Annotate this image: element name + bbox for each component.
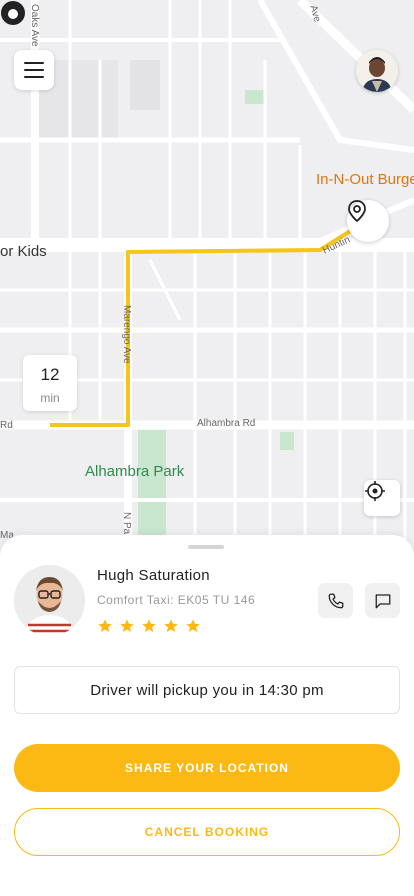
park-area [138, 430, 166, 540]
message-icon [375, 593, 390, 608]
street-label: Marengo Ave [121, 305, 132, 364]
driver-rating [97, 618, 201, 634]
street-label: Oaks Ave [29, 4, 40, 47]
location-pin-icon[interactable] [347, 200, 389, 242]
driver-vehicle: Comfort Taxi: EK05 TU 146 [97, 593, 256, 607]
street-label: Rd [0, 420, 13, 431]
driver-name: Hugh Saturation [97, 567, 210, 584]
star-icon [164, 619, 178, 632]
driver-avatar [14, 565, 85, 636]
phone-icon [328, 593, 343, 608]
call-driver-button[interactable] [318, 583, 353, 618]
star-icon [142, 619, 156, 632]
street-label: N Pa [121, 512, 132, 535]
crosshair-icon[interactable] [364, 480, 400, 516]
place-label: or Kids [0, 243, 47, 260]
eta-unit: min [40, 391, 60, 405]
star-icon [98, 619, 112, 632]
user-avatar-icon [356, 50, 398, 92]
share-location-button[interactable]: SHARE YOUR LOCATION [14, 744, 400, 792]
start-location-icon [1, 1, 25, 25]
map-roads [0, 0, 414, 560]
driver-avatar-icon [14, 565, 85, 636]
map-view[interactable]: Oaks Ave Ave or Kids In-N-Out Burge Hunt… [0, 0, 414, 560]
street-label: Alhambra Rd [197, 418, 256, 429]
drag-handle[interactable] [188, 545, 224, 549]
hamburger-menu-icon[interactable] [14, 50, 54, 90]
star-icon [120, 619, 134, 632]
place-label: In-N-Out Burge [316, 171, 414, 188]
user-avatar[interactable] [356, 50, 398, 92]
message-driver-button[interactable] [365, 583, 400, 618]
park-label: Alhambra Park [85, 463, 185, 480]
star-icon [186, 619, 200, 632]
eta-value: 12 [40, 365, 60, 384]
pickup-time-notice: Driver will pickup you in 14:30 pm [14, 666, 400, 714]
cancel-booking-button[interactable]: CANCEL BOOKING [14, 808, 400, 856]
driver-bottom-sheet: Hugh Saturation Comfort Taxi: EK05 TU 14… [0, 535, 414, 896]
eta-badge: 12 min [23, 355, 77, 411]
